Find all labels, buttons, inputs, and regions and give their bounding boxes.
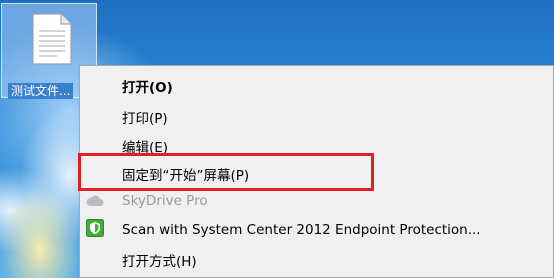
menu-item-open[interactable]: 打开(O) [122, 76, 173, 96]
file-name-label: 测试文件... [8, 83, 74, 99]
highlight-annotation-box [78, 153, 374, 191]
menu-item-skydrive-pro[interactable]: SkyDrive Pro [122, 193, 208, 209]
document-icon [32, 13, 72, 65]
cloud-icon [86, 195, 104, 206]
menu-item-print[interactable]: 打印(P) [122, 107, 168, 127]
menu-item-open-with[interactable]: 打开方式(H) [122, 250, 197, 270]
menu-item-scan-endpoint-protection[interactable]: Scan with System Center 2012 Endpoint Pr… [122, 222, 481, 238]
shield-icon [86, 219, 104, 237]
